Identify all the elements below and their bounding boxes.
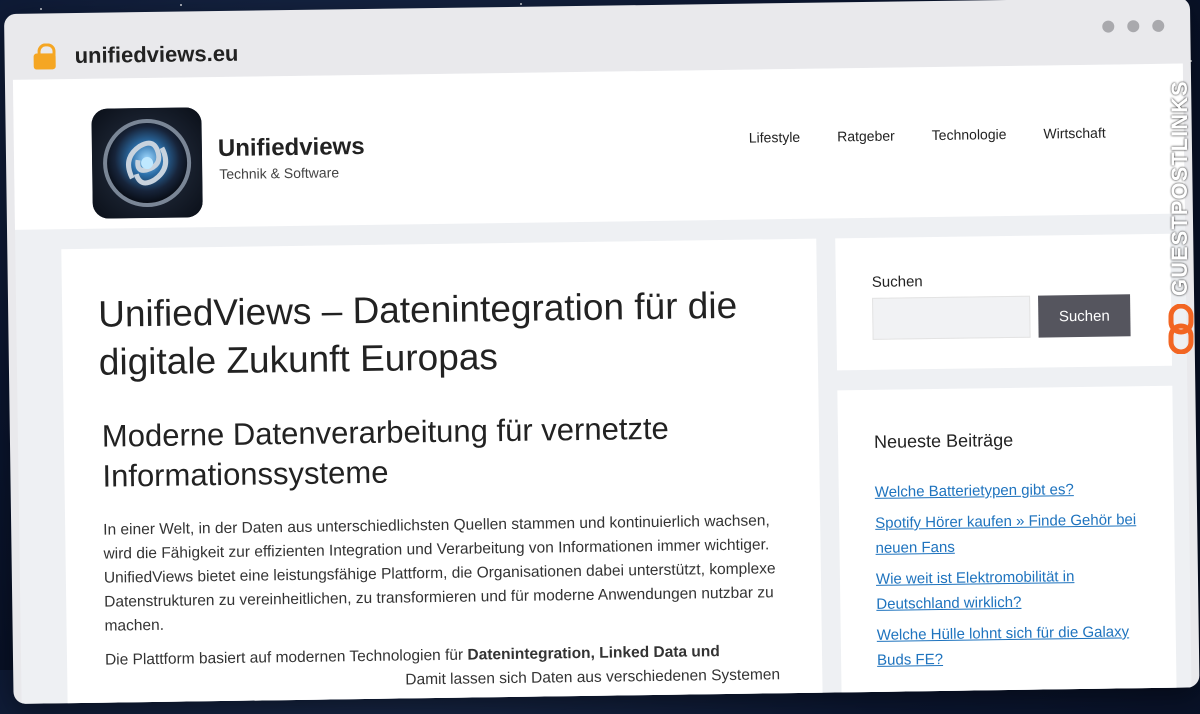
recent-post-link[interactable]: Wie weit ist Elektromobilität in Deutsch… xyxy=(876,568,1075,613)
recent-posts-list: Welche Batterietypen gibt es? Spotify Hö… xyxy=(875,476,1148,679)
article-subtitle: Moderne Datenverarbeitung für vernetzte … xyxy=(101,410,670,494)
search-button[interactable]: Suchen xyxy=(1038,294,1131,338)
web-page: Unifiedviews Technik & Software Lifestyl… xyxy=(12,63,1192,704)
article-paragraph: Die Plattform basiert auf modernen Techn… xyxy=(105,639,796,697)
article-content: UnifiedViews – Datenintegration für die … xyxy=(61,238,823,704)
guestpostlinks-text: GUESTPOSTLINKS xyxy=(1167,80,1192,296)
search-input[interactable] xyxy=(872,295,1031,340)
nav-item-technologie[interactable]: Technologie xyxy=(932,126,1007,143)
nav-item-wirtschaft[interactable]: Wirtschaft xyxy=(1043,125,1105,142)
guestpostlinks-badge: GUESTPOSTLINKS xyxy=(1162,56,1198,356)
search-label: Suchen xyxy=(871,273,923,291)
recent-posts-widget: Neueste Beiträge Welche Batterietypen gi… xyxy=(837,385,1178,704)
paragraph-text: Damit lassen sich Daten aus verschiedene… xyxy=(405,666,781,689)
lock-icon xyxy=(32,43,56,70)
window-dot-icon[interactable] xyxy=(1152,19,1165,32)
window-dot-icon[interactable] xyxy=(1127,20,1140,33)
main-nav: Lifestyle Ratgeber Technologie Wirtschaf… xyxy=(749,124,1143,146)
paragraph-bold-text: Datenintegration, Linked Data und xyxy=(467,643,720,664)
paragraph-text: Die Plattform basiert auf modernen Techn… xyxy=(104,646,468,669)
recent-post-link[interactable]: Welche Hülle lohnt sich für die Galaxy B… xyxy=(877,623,1130,669)
recent-post-link[interactable]: Welche Batterietypen gibt es? xyxy=(875,481,1074,501)
search-widget: Suchen Suchen xyxy=(835,233,1173,371)
recent-post-link[interactable]: Spotify Hörer kaufen » Finde Gehör bei n… xyxy=(875,511,1136,557)
nav-item-lifestyle[interactable]: Lifestyle xyxy=(749,129,801,146)
article-paragraph: In einer Welt, in der Daten aus untersch… xyxy=(103,512,776,635)
list-item: Welche Hülle lohnt sich für die Galaxy B… xyxy=(877,619,1148,673)
site-title[interactable]: Unifiedviews xyxy=(218,133,365,163)
list-item: Welche Batterietypen gibt es? xyxy=(875,476,1145,505)
window-dot-icon[interactable] xyxy=(1102,20,1115,33)
browser-frame: unifiedviews.eu Unifiedviews Technik & S… xyxy=(4,0,1200,704)
window-controls xyxy=(1102,19,1165,33)
url-text[interactable]: unifiedviews.eu xyxy=(74,41,238,69)
recent-posts-title: Neueste Beiträge xyxy=(873,429,1014,452)
list-item: Spotify Hörer kaufen » Finde Gehör bei n… xyxy=(875,507,1146,561)
site-logo[interactable] xyxy=(91,107,203,219)
list-item: Wie weit ist Elektromobilität in Deutsch… xyxy=(876,563,1147,617)
nav-item-ratgeber[interactable]: Ratgeber xyxy=(837,128,895,145)
browser-window: unifiedviews.eu Unifiedviews Technik & S… xyxy=(4,0,1200,714)
site-tagline: Technik & Software xyxy=(219,164,340,183)
article-title: UnifiedViews – Datenintegration für die … xyxy=(97,284,738,383)
site-header: Unifiedviews Technik & Software Lifestyl… xyxy=(12,63,1185,230)
chain-link-icon xyxy=(1168,304,1194,354)
